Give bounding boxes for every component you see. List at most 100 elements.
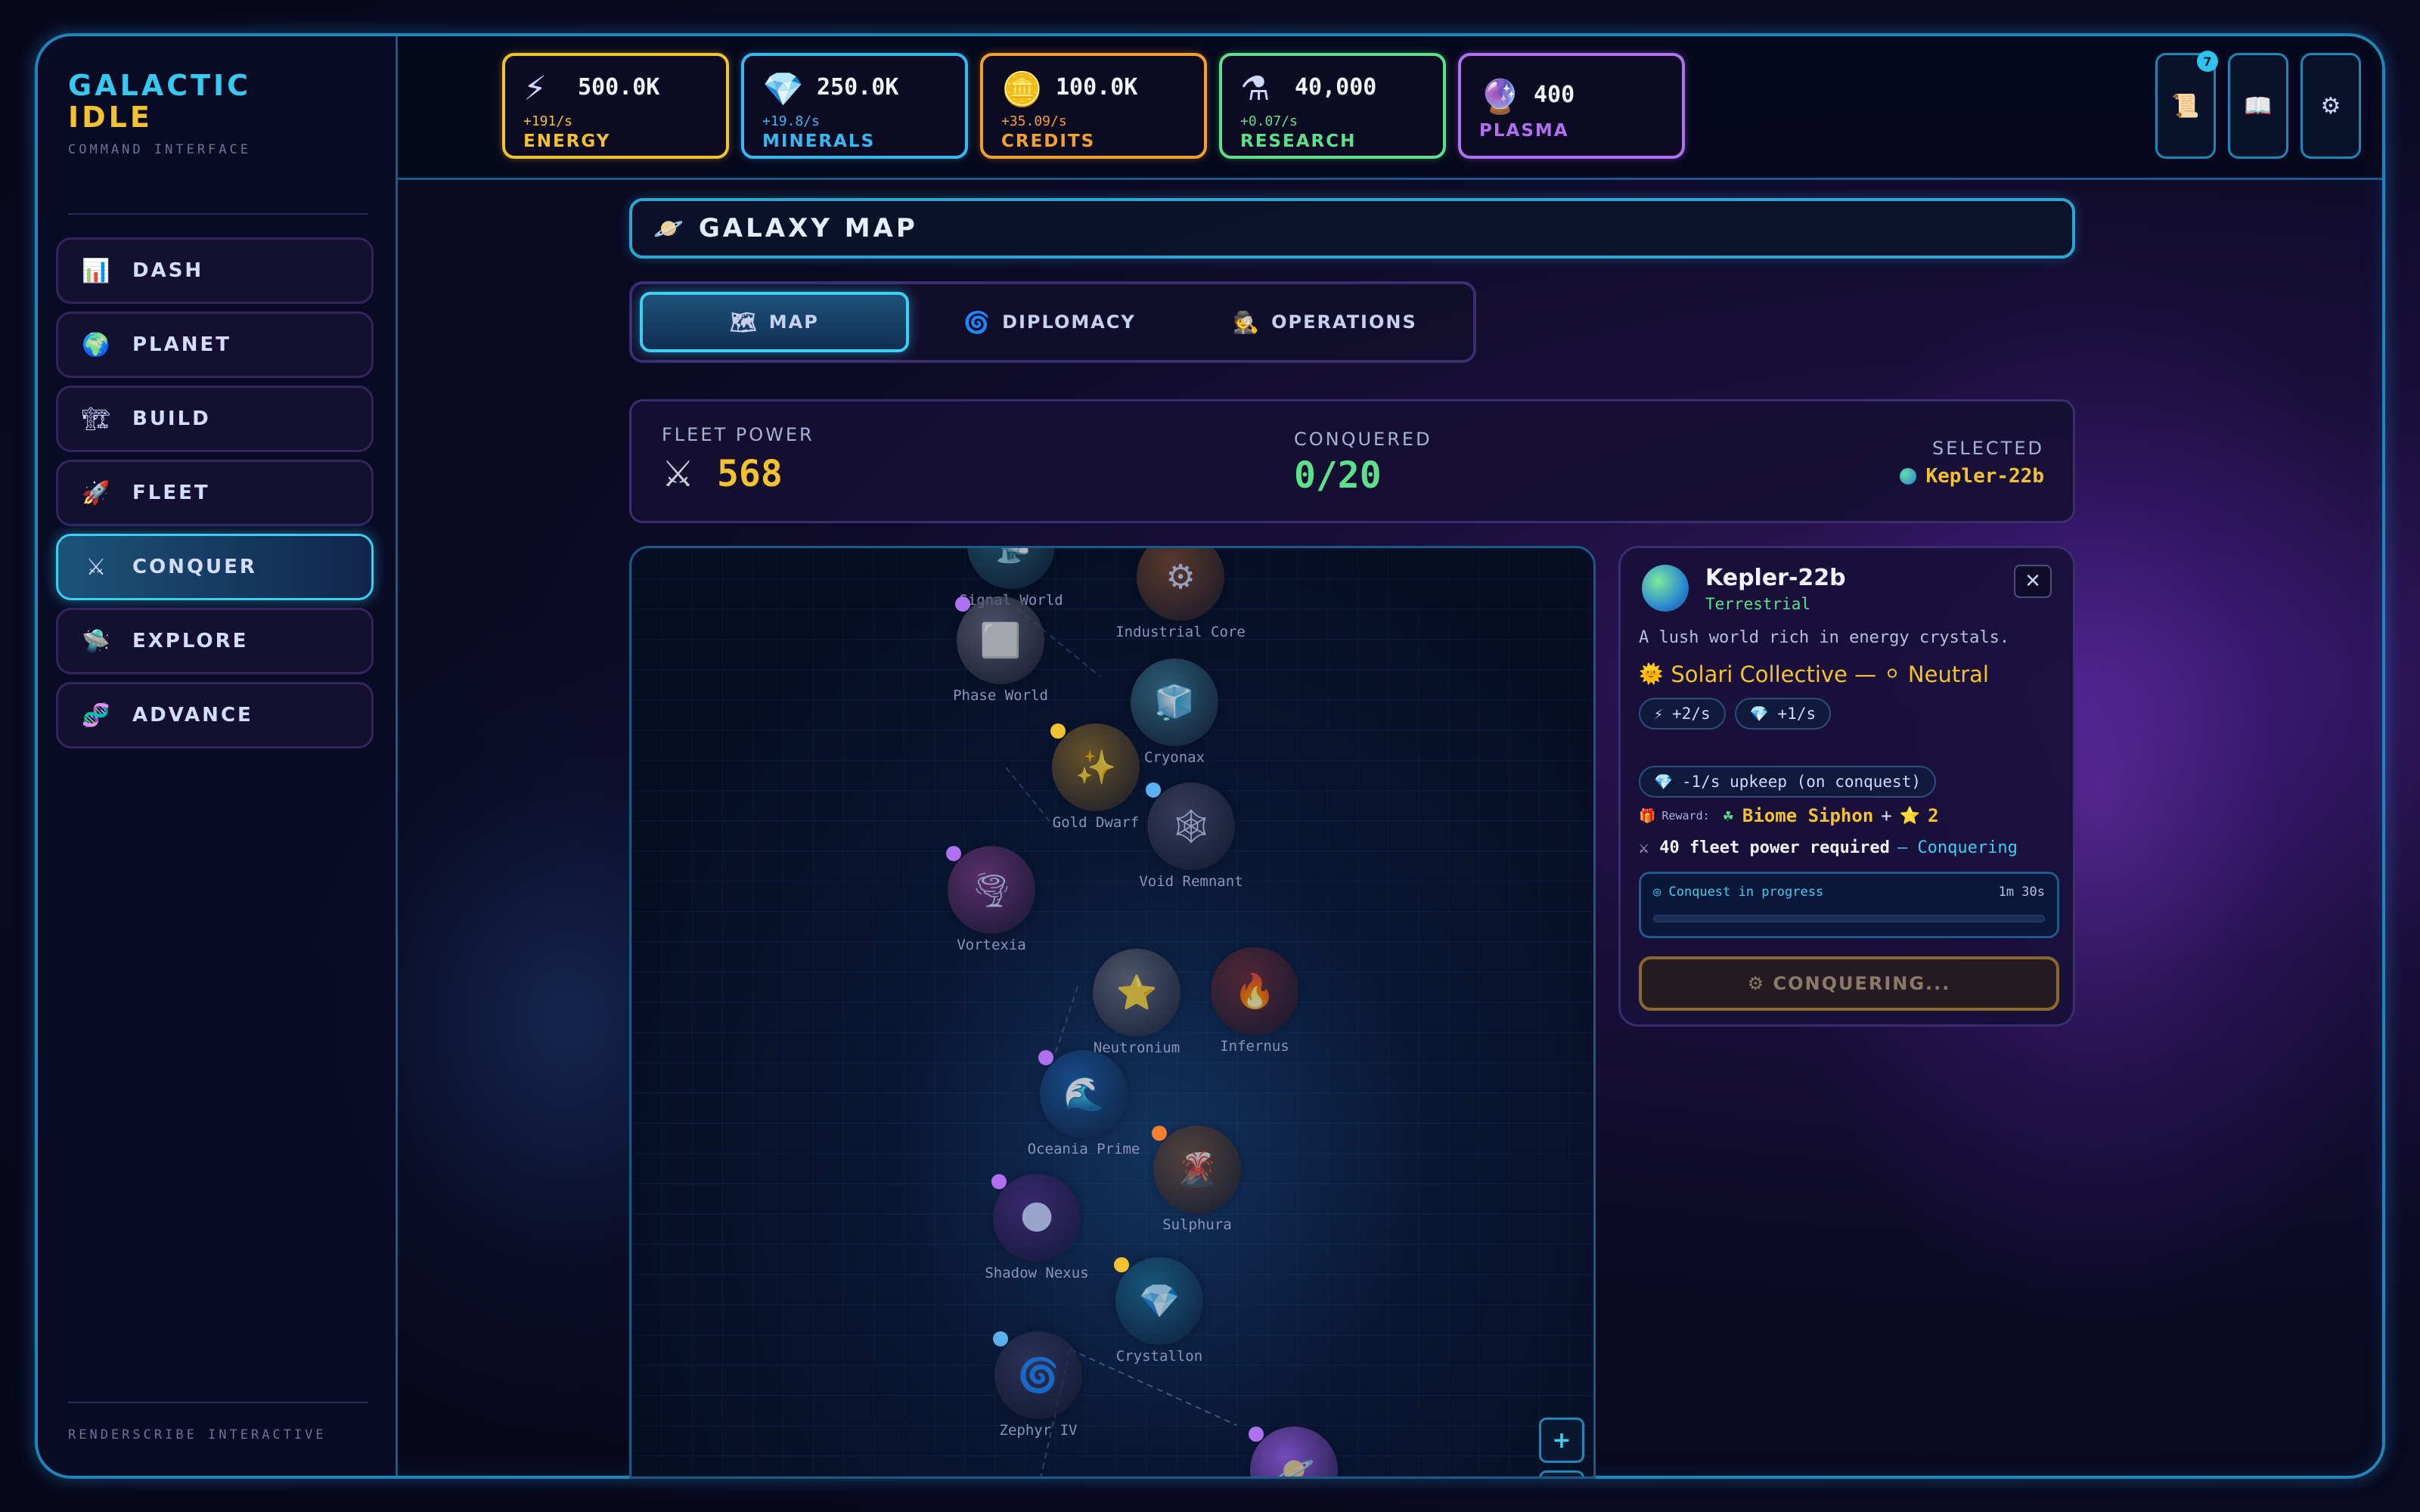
planet-label: Infernus [1220, 1038, 1289, 1055]
planet-icon: 🌑 [993, 1174, 1081, 1262]
brand-title-line1: GALACTIC [68, 69, 252, 102]
map-icon: 🗺 [730, 309, 759, 335]
tab-label: MAP [768, 311, 819, 333]
map-planet[interactable]: 🕸 Void Remnant [1139, 782, 1243, 890]
owner-marker [993, 1331, 1008, 1346]
map-planet[interactable]: 🪐 [1249, 1427, 1338, 1476]
quests-button[interactable]: 📜 7 [2155, 51, 2218, 159]
sidebar-item-dash[interactable]: 📊 DASH [56, 237, 374, 304]
clover-icon: ☘ [1723, 806, 1733, 826]
owner-marker [955, 596, 970, 612]
resource-value: 250.0K [817, 74, 899, 101]
resource-credits[interactable]: 🪙 100.0K +35.09/s CREDITS [980, 53, 1207, 159]
map-planet[interactable]: 📡Signal World [959, 548, 1063, 609]
yield-text: +2/s [1672, 705, 1711, 723]
flask-icon: ⚗ [1240, 70, 1270, 108]
resource-rate: +35.09/s [1001, 113, 1067, 129]
ufo-icon: 🛸 [82, 627, 110, 655]
faction-stance: Neutral [1907, 662, 1989, 687]
planet-icon: ✨ [1052, 723, 1140, 811]
map-planet[interactable]: ⚙ Industrial Core [1115, 548, 1246, 640]
fleet-power-value: 568 [717, 453, 783, 495]
resource-name: CREDITS [1001, 132, 1096, 151]
zoom-out-button[interactable] [1539, 1470, 1584, 1476]
sidebar-item-planet[interactable]: 🌍 PLANET [56, 311, 374, 378]
sidebar-item-explore[interactable]: 🛸 EXPLORE [56, 608, 374, 674]
planet-icon: 🌊 [1040, 1050, 1128, 1138]
yield-text: +1/s [1777, 705, 1817, 723]
map-planet[interactable]: 🌑 Shadow Nexus [985, 1174, 1089, 1281]
tab-map[interactable]: 🗺 MAP [640, 292, 909, 352]
reward-line: 🎁 Reward: ☘ Biome Siphon + ⭐ 2 [1639, 805, 1939, 826]
yield-chip: ⚡ +2/s [1639, 698, 1726, 730]
map-planet[interactable]: ⬜ Phase World [953, 596, 1048, 704]
crossed-swords-icon: ⚔ [85, 553, 107, 581]
zoom-in-button[interactable]: + [1539, 1418, 1584, 1463]
bar-chart-icon: 📊 [82, 257, 110, 284]
planet-icon: 🧊 [1131, 658, 1218, 746]
map-planet[interactable]: 💎 Crystallon [1114, 1257, 1203, 1365]
planet-icon: 🌀 [994, 1331, 1082, 1419]
yield-chip: 💎 +1/s [1734, 698, 1832, 730]
map-planet[interactable]: 🌪 Vortexia [946, 846, 1035, 953]
tab-operations[interactable]: 🕵 OPERATIONS [1190, 292, 1460, 352]
sidebar-item-label: FLEET [132, 482, 210, 504]
map-planet[interactable]: 🌊 Oceania Prime [1028, 1050, 1140, 1157]
sidebar-item-build[interactable]: 🏗 BUILD [56, 386, 374, 452]
tab-diplomacy[interactable]: 🌀 DIPLOMACY [915, 292, 1184, 352]
resource-research[interactable]: ⚗ 40,000 +0.07/s RESEARCH [1219, 53, 1446, 159]
conquest-progress: ◎ Conquest in progress 1m 30s [1639, 872, 2059, 938]
planet-icon [1642, 565, 1689, 612]
owner-marker [991, 1174, 1007, 1189]
plasma-orb-icon: 🔮 [1479, 78, 1521, 116]
sidebar-item-label: ADVANCE [132, 704, 253, 727]
planet-icon: 🌋 [1153, 1126, 1241, 1213]
conquered-label: CONQUERED [1294, 429, 1432, 450]
map-planet[interactable]: 🌋 Sulphura [1152, 1126, 1241, 1233]
owner-marker [1038, 1050, 1053, 1065]
neutral-circle-icon: ⚪ [1884, 663, 1900, 686]
galaxy-map[interactable]: 📡Signal World ⚙ Industrial Core ⬜ Phase Worl… [629, 546, 1596, 1479]
resource-plasma[interactable]: 🔮 400 PLASMA [1458, 53, 1685, 159]
planet-label: Shadow Nexus [985, 1265, 1089, 1281]
resource-value: 100.0K [1056, 74, 1138, 101]
crystal-icon: 💎 [1654, 773, 1673, 791]
close-icon[interactable]: ✕ [2014, 565, 2052, 598]
map-planet[interactable]: 🔥 Infernus [1211, 947, 1298, 1055]
map-planet[interactable]: ⭐ Neutronium [1093, 949, 1181, 1056]
sidebar: GALACTIC IDLE COMMAND INTERFACE 📊 DASH 🌍 PL… [38, 36, 398, 1476]
reward-item: Biome Siphon [1742, 805, 1874, 826]
resource-rate: +0.07/s [1240, 113, 1298, 129]
page-title-bar: 🪐 GALAXY MAP [629, 198, 2075, 259]
faction-name: Solari Collective — [1671, 662, 1877, 687]
sidebar-item-conquer[interactable]: ⚔ CONQUER [56, 534, 374, 600]
settings-button[interactable]: ⚙ [2301, 53, 2361, 159]
selected-stat: SELECTED Kepler-22b [1900, 438, 2044, 488]
sidebar-item-advance[interactable]: 🧬 ADVANCE [56, 682, 374, 748]
codex-button[interactable]: 📖 [2228, 53, 2288, 159]
brand: GALACTIC IDLE COMMAND INTERFACE [68, 70, 251, 157]
resource-rate: +19.8/s [762, 113, 820, 129]
sidebar-item-fleet[interactable]: 🚀 FLEET [56, 460, 374, 526]
map-planet[interactable]: 🧊 Cryonax [1131, 658, 1218, 766]
tab-label: DIPLOMACY [1002, 311, 1136, 333]
map-planet[interactable]: 🌀 Zephyr IV [993, 1331, 1082, 1439]
resource-value: 500.0K [578, 74, 660, 101]
reward-stars: 2 [1928, 805, 1939, 826]
planet-icon: ⭐ [1093, 949, 1181, 1036]
upkeep-chip: 💎 -1/s upkeep (on conquest) [1639, 766, 1936, 798]
conquer-button[interactable]: ⚙ CONQUERING... [1639, 956, 2059, 1011]
map-planet[interactable]: ✨ Gold Dwarf [1050, 723, 1140, 831]
fleet-power-label: FLEET POWER [662, 424, 814, 445]
resource-energy[interactable]: ⚡ 500.0K +191/s ENERGY [502, 53, 729, 159]
crossed-swords-icon: ⚔ [1639, 838, 1649, 857]
planet-label: Zephyr IV [999, 1422, 1078, 1439]
notification-badge: 7 [2197, 51, 2218, 72]
conquest-stats: FLEET POWER ⚔ 568 CONQUERED 0/20 SELECTE… [629, 399, 2075, 523]
book-icon: 📖 [2244, 92, 2273, 119]
view-tabs: 🗺 MAP 🌀 DIPLOMACY 🕵 OPERATIONS [629, 281, 1476, 363]
sidebar-item-label: DASH [132, 259, 204, 282]
planet-detail-card: Kepler-22b Terrestrial ✕ A lush world ri… [1618, 546, 2075, 1027]
resource-minerals[interactable]: 💎 250.0K +19.8/s MINERALS [741, 53, 968, 159]
upkeep-text: -1/s upkeep (on conquest) [1681, 773, 1921, 791]
